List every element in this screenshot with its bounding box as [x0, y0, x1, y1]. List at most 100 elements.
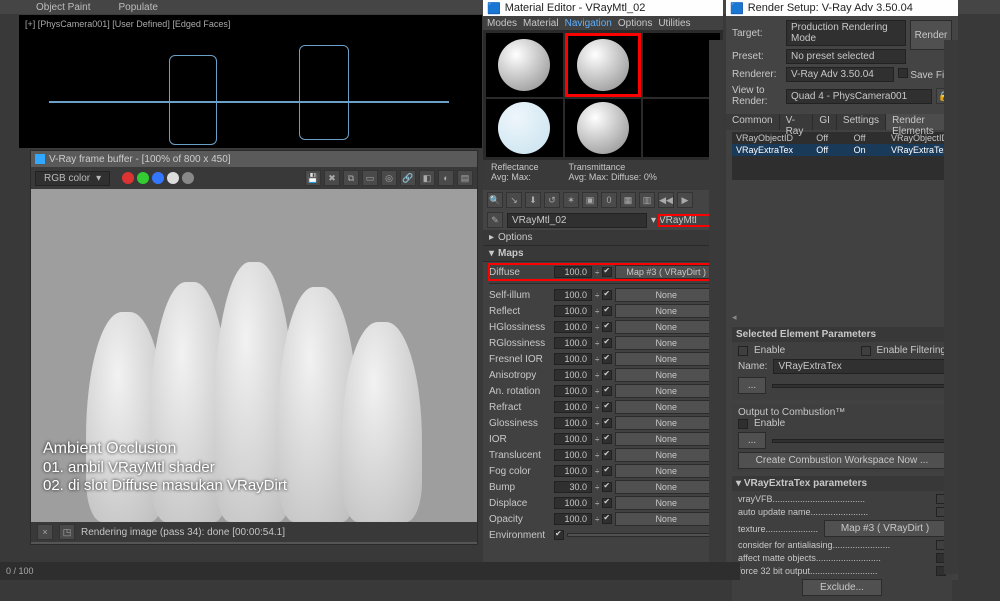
sample-slot-2[interactable] — [565, 33, 642, 97]
map-amount-spinner[interactable]: 100.0 — [554, 337, 592, 349]
vfb-history-icon[interactable]: ◳ — [59, 524, 75, 540]
sample-slot-1[interactable] — [486, 33, 563, 97]
vfb-channel-drop[interactable]: RGB color▾ — [35, 171, 110, 186]
map-amount-spinner[interactable]: 100.0 — [554, 497, 592, 509]
enable-element-check[interactable]: Enable — [754, 345, 785, 356]
me-menu-modes[interactable]: Modes — [487, 18, 517, 29]
vfb-cc-icon[interactable]: ◧ — [419, 170, 435, 186]
map-slot-button[interactable]: None — [615, 288, 717, 302]
map-amount-spinner[interactable]: 100.0 — [554, 465, 592, 477]
get-material-icon[interactable]: 🔍 — [487, 192, 503, 208]
map-slot-button[interactable]: None — [615, 432, 717, 446]
preset-drop[interactable]: No preset selected — [786, 49, 906, 64]
reset-material-icon[interactable]: ↺ — [544, 192, 560, 208]
vfb-copy-icon[interactable]: ⧉ — [343, 170, 359, 186]
map-enable-check[interactable] — [602, 434, 612, 444]
vfb-save-icon[interactable]: 💾 — [305, 170, 321, 186]
sample-slot-4[interactable] — [486, 99, 563, 157]
tab-common[interactable]: Common — [726, 114, 780, 130]
map-slot-button[interactable]: None — [615, 320, 717, 334]
map-slot-button[interactable]: None — [615, 400, 717, 414]
material-name-input[interactable]: VRayMtl_02 — [507, 213, 647, 228]
assign-material-icon[interactable]: ⬇ — [525, 192, 541, 208]
vfb-stamp-icon[interactable]: ▤ — [457, 170, 473, 186]
put-library-icon[interactable]: ▣ — [582, 192, 598, 208]
map-amount-spinner[interactable]: 100.0 — [554, 417, 592, 429]
map-slot-button[interactable]: Map #3 ( VRayDirt ) — [615, 265, 717, 279]
map-enable-check[interactable] — [554, 530, 564, 540]
rollout-options[interactable]: ▸ Options — [483, 230, 723, 246]
vfb-track-icon[interactable]: ◎ — [381, 170, 397, 186]
map-amount-spinner[interactable]: 100.0 — [554, 433, 592, 445]
render-setup-scrollbar[interactable] — [944, 40, 958, 574]
map-slot-button[interactable]: None — [615, 496, 717, 510]
map-slot-button[interactable]: None — [615, 352, 717, 366]
vfb-alpha-toggle[interactable] — [167, 172, 179, 184]
sample-slot-5[interactable] — [565, 99, 642, 157]
me-menu-navigation[interactable]: Navigation — [565, 18, 612, 29]
element-path-button[interactable]: ... — [738, 377, 766, 394]
go-forward-icon[interactable]: ▶ — [677, 192, 693, 208]
mateff-icon[interactable]: 0 — [601, 192, 617, 208]
texture-map-button[interactable]: Map #3 ( VRayDirt ) — [824, 520, 946, 537]
map-amount-spinner[interactable]: 100.0 — [554, 449, 592, 461]
map-amount-spinner[interactable]: 100.0 — [554, 305, 592, 317]
material-scrollbar[interactable] — [709, 40, 723, 574]
map-enable-check[interactable] — [602, 386, 612, 396]
put-material-icon[interactable]: ↘ — [506, 192, 522, 208]
map-enable-check[interactable] — [602, 267, 612, 277]
renderer-drop[interactable]: V-Ray Adv 3.50.04 — [786, 67, 894, 82]
me-menu-options[interactable]: Options — [618, 18, 652, 29]
vfb-link-icon[interactable]: 🔗 — [400, 170, 416, 186]
vfb-lens-icon[interactable]: ◐ — [438, 170, 454, 186]
vfb-region-icon[interactable]: ▭ — [362, 170, 378, 186]
map-enable-check[interactable] — [602, 498, 612, 508]
tab-gi[interactable]: GI — [813, 114, 837, 130]
vfb-titlebar[interactable]: V-Ray frame buffer - [100% of 800 x 450] — [31, 151, 477, 167]
element-name-input[interactable]: VRayExtraTex — [773, 359, 946, 374]
tab-vray[interactable]: V-Ray — [780, 114, 814, 130]
view-drop[interactable]: Quad 4 - PhysCamera001 — [786, 89, 932, 104]
rollout-maps[interactable]: ▾ Maps — [483, 246, 723, 262]
map-enable-check[interactable] — [602, 514, 612, 524]
map-amount-spinner[interactable]: 100.0 — [554, 353, 592, 365]
map-slot-button[interactable]: None — [615, 480, 717, 494]
map-enable-check[interactable] — [602, 290, 612, 300]
objpaint-menu[interactable]: Object Paint — [36, 2, 90, 13]
exclude-button[interactable]: Exclude... — [802, 579, 882, 596]
vfb-red-toggle[interactable] — [122, 172, 134, 184]
map-enable-check[interactable] — [602, 306, 612, 316]
map-slot-button[interactable]: None — [615, 464, 717, 478]
show-map-icon[interactable]: ▦ — [620, 192, 636, 208]
combustion-path-button[interactable]: ... — [738, 432, 766, 449]
me-menu-utilities[interactable]: Utilities — [658, 18, 690, 29]
map-slot-button[interactable]: None — [615, 416, 717, 430]
map-enable-check[interactable] — [602, 482, 612, 492]
map-slot-button[interactable]: None — [615, 368, 717, 382]
map-slot-button[interactable]: None — [615, 304, 717, 318]
vfb-mono-toggle[interactable] — [182, 172, 194, 184]
map-enable-check[interactable] — [602, 354, 612, 364]
populate-menu[interactable]: Populate — [118, 2, 157, 13]
map-enable-check[interactable] — [602, 402, 612, 412]
map-amount-spinner[interactable]: 100.0 — [554, 289, 592, 301]
tab-settings[interactable]: Settings — [837, 114, 886, 130]
map-enable-check[interactable] — [602, 466, 612, 476]
map-amount-spinner[interactable]: 100.0 — [554, 385, 592, 397]
map-slot-button[interactable]: None — [615, 336, 717, 350]
map-enable-check[interactable] — [602, 370, 612, 380]
render-elements-list[interactable]: VRayObjectIDOffOffVRayObjectID VRayExtra… — [732, 132, 952, 180]
pick-material-icon[interactable]: ✎ — [487, 212, 503, 228]
map-enable-check[interactable] — [602, 450, 612, 460]
map-slot-button[interactable] — [567, 533, 717, 537]
vfb-blue-toggle[interactable] — [152, 172, 164, 184]
me-menu-material[interactable]: Material — [523, 18, 559, 29]
go-parent-icon[interactable]: ◀◀ — [658, 192, 674, 208]
material-editor-titlebar[interactable]: 🟦 Material Editor - VRayMtl_02 — [483, 0, 723, 16]
map-enable-check[interactable] — [602, 322, 612, 332]
viewport[interactable]: [+] [PhysCamera001] [User Defined] [Edge… — [18, 14, 483, 149]
make-unique-icon[interactable]: ✶ — [563, 192, 579, 208]
map-amount-spinner[interactable]: 30.0 — [554, 481, 592, 493]
map-amount-spinner[interactable]: 100.0 — [554, 321, 592, 333]
timeline[interactable]: 0 / 100 — [0, 562, 740, 580]
